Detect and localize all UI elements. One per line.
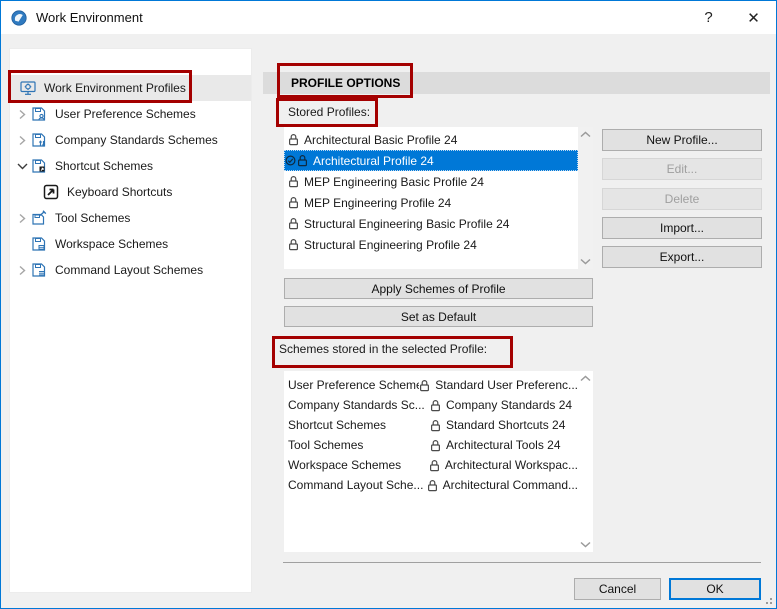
sidebar-item-user-preference-schemes[interactable]: User Preference Schemes (10, 101, 251, 127)
lock-icon (288, 238, 299, 251)
chevron-right-icon[interactable] (16, 213, 28, 224)
profile-row[interactable]: MEP Engineering Profile 24 (284, 192, 578, 213)
chevron-right-icon[interactable] (16, 109, 28, 120)
keyboard-shortcut-icon (42, 184, 60, 200)
scheme-row[interactable]: Command Layout Sche... Architectural Com… (284, 475, 578, 495)
sidebar-item-label: Command Layout Schemes (55, 263, 203, 277)
scroll-down-icon[interactable] (580, 258, 591, 265)
scheme-row[interactable]: Shortcut Schemes Standard Shortcuts 24 (284, 415, 578, 435)
lock-icon (288, 217, 299, 230)
sidebar-item-label: Keyboard Shortcuts (67, 185, 172, 199)
floppy-tool-icon (30, 210, 48, 226)
scheme-row[interactable]: Company Standards Sc... Company Standard… (284, 395, 578, 415)
lock-icon (288, 133, 299, 146)
delete-button: Delete (602, 188, 762, 210)
cancel-button[interactable]: Cancel (574, 578, 661, 600)
lock-icon (430, 399, 441, 412)
set-as-default-button[interactable]: Set as Default (284, 306, 593, 327)
sidebar-item-label: User Preference Schemes (55, 107, 196, 121)
profile-row[interactable]: Structural Engineering Profile 24 (284, 234, 578, 255)
floppy-command-icon (30, 262, 48, 278)
lock-icon (419, 379, 430, 392)
new-profile-button[interactable]: New Profile... (602, 129, 762, 151)
footer-separator (283, 562, 761, 563)
sidebar-item-label: Shortcut Schemes (55, 159, 153, 173)
chevron-right-icon[interactable] (16, 265, 28, 276)
lock-icon (288, 196, 299, 209)
default-check-icon (285, 155, 296, 166)
sidebar-item-label: Workspace Schemes (55, 237, 168, 251)
lock-icon (297, 154, 308, 167)
close-button[interactable]: ✕ (731, 1, 776, 34)
floppy-shortcut-icon (30, 158, 48, 174)
profile-row[interactable]: Structural Engineering Basic Profile 24 (284, 213, 578, 234)
app-icon (11, 10, 27, 26)
lock-icon (430, 419, 441, 432)
profile-options-header-label: PROFILE OPTIONS (291, 76, 400, 90)
profile-row[interactable]: Architectural Basic Profile 24 (284, 129, 578, 150)
schemes-stored-label: Schemes stored in the selected Profile: (279, 342, 487, 356)
monitor-gear-icon (19, 80, 37, 96)
sidebar-item-workspace-schemes[interactable]: Workspace Schemes (10, 231, 251, 257)
titlebar: Work Environment ? ✕ (1, 1, 776, 34)
stored-profiles-list: Architectural Basic Profile 24 Architect… (284, 127, 593, 269)
sidebar-item-label: Tool Schemes (55, 211, 130, 225)
scheme-tree-panel: Work Environment Profiles User Preferenc… (9, 48, 252, 593)
floppy-user-icon (30, 106, 48, 122)
scheme-row[interactable]: Workspace Schemes Architectural Workspac… (284, 455, 578, 475)
floppy-standards-icon (30, 132, 48, 148)
apply-schemes-button[interactable]: Apply Schemes of Profile (284, 278, 593, 299)
sidebar-item-keyboard-shortcuts[interactable]: Keyboard Shortcuts (10, 179, 251, 205)
sidebar-item-label: Company Standards Schemes (55, 133, 218, 147)
scheme-row[interactable]: User Preference Schemes Standard User Pr… (284, 375, 578, 395)
sidebar-item-shortcut-schemes[interactable]: Shortcut Schemes (10, 153, 251, 179)
ok-button[interactable]: OK (669, 578, 761, 600)
sidebar-item-command-layout-schemes[interactable]: Command Layout Schemes (10, 257, 251, 283)
profile-row-selected[interactable]: Architectural Profile 24 (284, 150, 578, 171)
profile-options-header: PROFILE OPTIONS (263, 72, 770, 94)
window-title: Work Environment (36, 10, 143, 25)
sidebar-item-label: Work Environment Profiles (44, 81, 186, 95)
resize-grip[interactable] (762, 594, 772, 604)
stored-profiles-label: Stored Profiles: (288, 105, 370, 119)
edit-button: Edit... (602, 158, 762, 180)
sidebar-item-company-standards-schemes[interactable]: Company Standards Schemes (10, 127, 251, 153)
scroll-down-icon[interactable] (580, 541, 591, 548)
lock-icon (430, 439, 441, 452)
scroll-up-icon[interactable] (580, 375, 591, 382)
profiles-scrollbar[interactable] (578, 127, 593, 269)
help-button[interactable]: ? (686, 1, 731, 34)
chevron-right-icon[interactable] (16, 135, 28, 146)
export-button[interactable]: Export... (602, 246, 762, 268)
floppy-workspace-icon (30, 236, 48, 252)
lock-icon (288, 175, 299, 188)
sidebar-item-tool-schemes[interactable]: Tool Schemes (10, 205, 251, 231)
scroll-up-icon[interactable] (580, 131, 591, 138)
lock-icon (427, 479, 438, 492)
work-environment-dialog: Work Environment ? ✕ Work Environment Pr… (0, 0, 777, 609)
sidebar-item-work-environment-profiles[interactable]: Work Environment Profiles (10, 75, 251, 101)
lock-icon (429, 459, 440, 472)
import-button[interactable]: Import... (602, 217, 762, 239)
profile-row[interactable]: MEP Engineering Basic Profile 24 (284, 171, 578, 192)
schemes-list: User Preference Schemes Standard User Pr… (284, 371, 593, 552)
chevron-down-icon[interactable] (16, 163, 28, 170)
scheme-row[interactable]: Tool Schemes Architectural Tools 24 (284, 435, 578, 455)
